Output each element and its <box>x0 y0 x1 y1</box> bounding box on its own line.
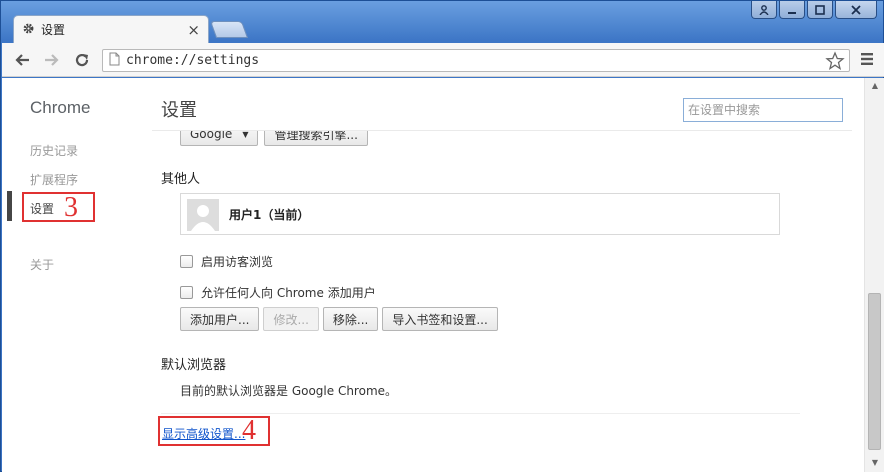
allow-add-users-label: 允许任何人向 Chrome 添加用户 <box>201 286 376 300</box>
divider <box>161 413 800 414</box>
gear-icon <box>22 22 35 38</box>
tab-settings[interactable]: 设置 × <box>13 15 209 43</box>
current-user-label: 用户1（当前） <box>229 208 310 222</box>
page-title: 设置 <box>161 100 197 121</box>
sidebar-item-about[interactable]: 关于 <box>30 256 54 273</box>
browser-window: 设置 × chrome://settings Chrome 历史记录 扩展程序 … <box>0 0 884 472</box>
allow-add-users-checkbox[interactable] <box>180 286 193 299</box>
address-bar[interactable]: chrome://settings <box>102 49 850 72</box>
remove-user-button[interactable]: 移除... <box>322 307 379 331</box>
sidebar-item-extensions[interactable]: 扩展程序 <box>30 171 78 188</box>
annotation-number-4: 4 <box>242 415 256 446</box>
scroll-up-icon[interactable]: ▲ <box>870 81 880 91</box>
default-browser-section-title: 默认浏览器 <box>161 358 227 373</box>
settings-search-input[interactable] <box>683 98 843 122</box>
back-icon[interactable] <box>12 50 32 70</box>
annotation-number-3: 3 <box>64 192 78 223</box>
scroll-down-icon[interactable]: ▼ <box>870 458 880 468</box>
page-header: 设置 <box>152 78 852 131</box>
vertical-scrollbar[interactable]: ▲ ▼ <box>864 78 884 472</box>
settings-page: Chrome 历史记录 扩展程序 设置 关于 3 Google ▼ 管理搜索引擎… <box>2 78 884 472</box>
tab-close-icon[interactable]: × <box>187 21 200 39</box>
maximize-icon[interactable] <box>807 1 833 19</box>
scroll-thumb[interactable] <box>868 293 881 450</box>
forward-icon[interactable] <box>42 50 62 70</box>
close-window-icon[interactable] <box>835 1 877 19</box>
user-icon[interactable] <box>751 1 777 19</box>
window-controls <box>751 1 877 19</box>
sidebar-item-history[interactable]: 历史记录 <box>30 142 78 159</box>
url-text: chrome://settings <box>126 53 260 68</box>
new-tab-button[interactable] <box>209 21 249 38</box>
people-buttons: 添加用户... 修改... 移除... 导入书签和设置... <box>180 307 498 331</box>
import-bookmarks-button[interactable]: 导入书签和设置... <box>382 307 498 331</box>
annotation-box-3 <box>22 192 95 222</box>
allow-add-users-row[interactable]: 允许任何人向 Chrome 添加用户 <box>180 284 376 301</box>
sidebar: Chrome 历史记录 扩展程序 设置 关于 3 <box>2 78 152 472</box>
page-icon <box>109 52 120 69</box>
edit-user-button[interactable]: 修改... <box>263 307 319 331</box>
guest-browsing-checkbox[interactable] <box>180 255 193 268</box>
tab-title: 设置 <box>41 23 66 37</box>
toolbar: chrome://settings <box>2 43 884 77</box>
guest-browsing-label: 启用访客浏览 <box>201 255 274 269</box>
minimize-icon[interactable] <box>779 1 805 19</box>
default-browser-status: 目前的默认浏览器是 Google Chrome。 <box>180 384 398 398</box>
avatar <box>187 199 219 231</box>
user-list[interactable]: 用户1（当前） <box>180 193 780 235</box>
people-section-title: 其他人 <box>161 172 201 187</box>
reload-icon[interactable] <box>72 50 92 70</box>
sidebar-active-indicator <box>7 191 12 221</box>
add-user-button[interactable]: 添加用户... <box>180 307 260 331</box>
menu-icon[interactable] <box>860 52 874 69</box>
sidebar-brand: Chrome <box>30 98 91 117</box>
bookmark-star-icon[interactable] <box>825 51 845 74</box>
guest-browsing-row[interactable]: 启用访客浏览 <box>180 253 273 270</box>
